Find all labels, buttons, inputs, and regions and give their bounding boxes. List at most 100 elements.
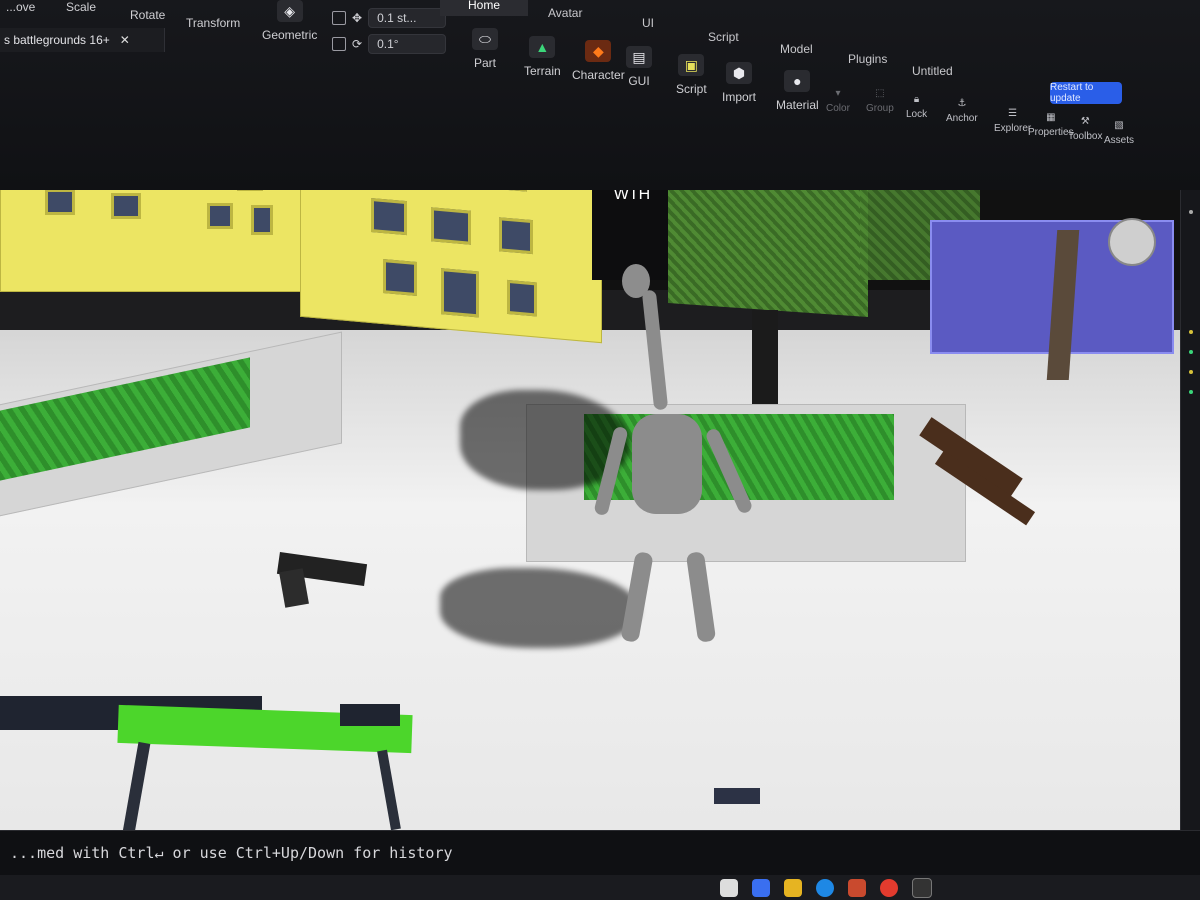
file-icon[interactable] [720,878,738,897]
window [507,279,537,317]
terrain-icon: ▲ [529,36,556,58]
tab-ui[interactable]: UI [614,12,682,34]
panel-indicator [1189,350,1193,354]
3d-viewport[interactable]: WTH [0,190,1180,830]
lock-label: Lock [906,109,928,120]
door [251,205,273,235]
assets-tool[interactable]: ▧ Assets [1104,120,1134,146]
ribbon-toolbar: ...ove Scale Rotate Transform ◈ Geometri… [0,0,1200,191]
tab-avatar[interactable]: Avatar [520,2,610,24]
tab-home[interactable]: Home [440,0,529,16]
window [383,259,417,297]
store-icon[interactable] [848,878,866,897]
import-cube-icon: ⬢ [726,62,752,84]
terrain-label: Terrain [524,64,561,78]
command-bar-hint: ...med with Ctrl↵ or use Ctrl+Up/Down fo… [10,844,453,862]
assets-label: Assets [1104,135,1135,146]
color-tool[interactable]: ▾ Color [826,88,850,114]
properties-icon: ▦ [1046,112,1056,123]
toolbox-icon: ⚒ [1080,116,1090,127]
geometric-label: Geometric [262,28,318,42]
rotate-snap-checkbox[interactable] [332,37,346,51]
assets-icon: ▧ [1114,120,1124,131]
geometric-tool[interactable]: ◈ Geometric [262,0,317,42]
window [111,193,141,219]
rotate-tool-label: Rotate [130,8,166,22]
toolbox-tool[interactable]: ⚒ Toolbox [1068,116,1102,142]
mannequin-torso[interactable] [632,414,702,514]
panel-indicator [1189,370,1193,374]
import-tool[interactable]: ⬢ Import [722,62,756,104]
scale-tool[interactable]: Scale [66,0,96,14]
rifle-scope[interactable] [340,704,400,726]
panel-indicator [1189,330,1193,334]
properties-label: Properties [1028,127,1074,138]
restart-to-update-button[interactable]: Restart to update [1050,82,1122,104]
transform-tool[interactable]: Transform [186,16,240,30]
script-tool[interactable]: ▣ Script [676,54,707,96]
move-tool[interactable]: ...ove [6,0,35,14]
lock-icon: 🔒︎ [913,94,920,105]
scale-tool-label: Scale [66,0,97,14]
taskbar [0,875,1200,900]
document-tab-title: s battlegrounds 16+ [4,33,110,47]
script-icon: ▣ [678,54,705,76]
rotate-snap-input[interactable]: 0.1° [368,34,447,54]
close-icon[interactable]: ✕ [120,33,130,47]
material-sphere-icon: ● [784,70,811,92]
sign-text: WTH [613,190,651,203]
window [371,198,407,236]
rotate-snap-row: ⟳ 0.1° [332,34,447,54]
terrain-tool[interactable]: ▲ Terrain [524,36,561,78]
material-tool[interactable]: ● Material [776,70,819,112]
explorer-icon: ☰ [1008,108,1018,119]
rotate-icon: ⟳ [352,37,363,51]
move-snap-input[interactable]: 0.1 st... [368,8,447,28]
part-tool[interactable]: ⬭ Part [472,28,498,70]
door [441,268,479,318]
group-label: Group [866,103,894,114]
character-tool[interactable]: ◆ Character [572,40,625,82]
cube-icon: ◈ [276,0,303,22]
yellow-building-left [0,190,332,292]
move-snap-checkbox[interactable] [332,11,346,25]
studio-icon[interactable] [912,877,932,898]
folder-icon[interactable] [784,878,802,897]
lock-tool[interactable]: 🔒︎ Lock [906,94,927,120]
gui-window-icon: ▤ [626,46,652,68]
rotate-tool[interactable]: Rotate [130,8,165,22]
anchor-tool[interactable]: ⚓︎ Anchor [946,98,978,124]
explorer-panel-edge[interactable] [1180,190,1200,830]
panel-indicator [1189,390,1193,394]
window [493,190,527,192]
move-snap-row: ✥ 0.1 st... [332,8,447,28]
edge-browser-icon[interactable] [816,878,834,897]
gui-tool[interactable]: ▤ GUI [626,46,652,88]
command-bar[interactable]: ...med with Ctrl↵ or use Ctrl+Up/Down fo… [0,830,1200,875]
move-tool-label: ...ove [6,0,36,14]
explorer-label: Explorer [994,123,1032,134]
character-label: Character [572,68,625,82]
import-label: Import [722,90,757,104]
toolbox-label: Toolbox [1068,131,1103,142]
material-label: Material [776,98,819,112]
part-cylinder-icon: ⬭ [472,28,498,50]
copilot-icon[interactable] [752,878,770,897]
window [237,190,263,191]
lamp-globe [1108,218,1156,266]
explorer-tool[interactable]: ☰ Explorer [994,108,1031,134]
group-tool[interactable]: ⬚ Group [866,88,894,114]
anchor-icon: ⚓︎ [957,98,967,109]
window [207,203,233,229]
chrome-icon[interactable] [880,878,898,897]
anchor-label: Anchor [946,113,978,124]
move-arrows-icon: ✥ [352,11,363,25]
transform-tool-label: Transform [186,16,241,30]
properties-tool[interactable]: ▦ Properties [1028,112,1074,138]
document-tab[interactable]: s battlegrounds 16+ ✕ [0,28,165,52]
tree-canopy-center [668,190,868,317]
window [499,217,533,255]
color-label: Color [826,103,850,114]
tab-untitled[interactable]: Untitled [884,60,981,82]
window [431,207,471,245]
